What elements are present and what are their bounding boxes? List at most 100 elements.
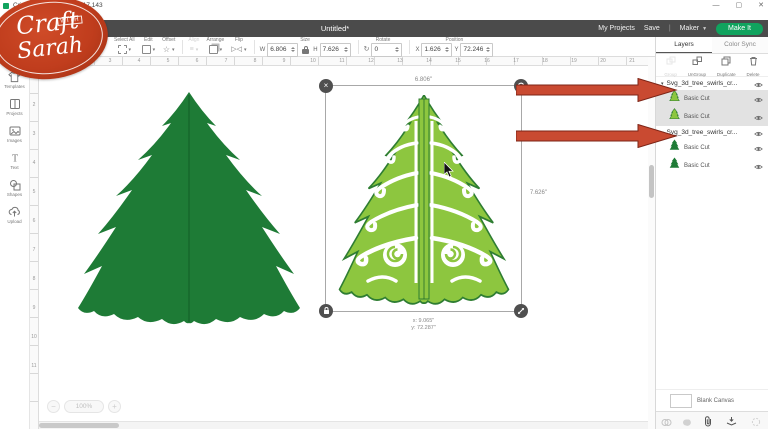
images-icon (9, 125, 21, 137)
ruler-h-number: 16 (484, 58, 490, 64)
resize-icon (518, 308, 524, 314)
vertical-scrollbar-thumb[interactable] (649, 165, 654, 198)
slice-button: Slice (661, 414, 672, 429)
position-group: Position X 1.626 Y 72.246 (415, 37, 494, 57)
pos-x-stepper[interactable] (445, 47, 450, 52)
sidebar-item-shapes[interactable]: Shapes (0, 179, 29, 197)
horizontal-scrollbar-thumb[interactable] (39, 423, 119, 428)
machine-selector[interactable]: Maker ▼ (680, 25, 707, 32)
app-header: Untitled* My Projects Save | Maker ▼ Mak… (0, 20, 768, 37)
swirl-tree-shape[interactable] (338, 95, 510, 311)
weld-icon (682, 414, 693, 429)
eye-visibility-icon[interactable] (754, 157, 763, 175)
layer-name: Basic Cut (684, 114, 710, 120)
offset-icon: ☆ (162, 45, 171, 54)
ruler-h-number: 6 (195, 58, 199, 64)
shapes-icon (9, 179, 21, 191)
edit-dropdown[interactable]: Edit ▾ (141, 37, 155, 56)
panel-actions: Group UnGroup Duplicate Delete (656, 54, 768, 77)
save-link[interactable]: Save (644, 25, 660, 32)
selection-height-label: 7.626" (529, 189, 547, 196)
attach-button[interactable]: Attach (702, 414, 715, 429)
my-projects-link[interactable]: My Projects (598, 25, 635, 32)
ruler-v-number: 5 (32, 189, 36, 195)
layer-row[interactable]: Basic Cut (656, 157, 768, 175)
minimize-button[interactable]: — (713, 0, 720, 11)
width-input[interactable]: 6.806 (267, 42, 299, 57)
zoom-out-button[interactable]: − (47, 400, 60, 413)
tab-color-sync[interactable]: Color Sync (712, 37, 768, 53)
ruler-v-number: 8 (32, 276, 36, 282)
canvas-color-swatch[interactable] (670, 393, 692, 408)
ruler-h-number: 12 (368, 58, 374, 64)
size-lock-icon[interactable] (302, 45, 310, 54)
flip-icon: ▷◁ (231, 46, 243, 53)
height-input[interactable]: 7.626 (319, 42, 351, 57)
vertical-scrollbar[interactable] (648, 57, 655, 429)
ungroup-icon (692, 53, 702, 71)
sidebar-item-projects[interactable]: Projects (0, 98, 29, 116)
ruler-h-number: 13 (397, 58, 403, 64)
resize-handle[interactable] (514, 304, 528, 318)
flip-dropdown[interactable]: Flip ▷◁ ▾ (231, 37, 246, 56)
layer-name: Basic Cut (684, 96, 710, 102)
canvas[interactable]: 6.806" 7.626" x: 9.065" y: 72.287" × − 1… (39, 66, 648, 429)
pos-y-input[interactable]: 72.246 (460, 42, 494, 57)
lock-icon (323, 307, 329, 314)
height-stepper[interactable] (343, 47, 348, 52)
chevron-down-icon: ▼ (702, 25, 708, 32)
canvas-material-row[interactable]: Blank Canvas (656, 389, 768, 411)
mouse-cursor (444, 162, 454, 178)
contour-icon (751, 414, 761, 429)
selection-position-label: x: 9.065" y: 72.287" (411, 318, 436, 331)
zoom-controls: − 100% + (47, 400, 121, 413)
offset-dropdown[interactable]: Offset ☆ ▾ (162, 37, 175, 56)
close-icon: × (323, 81, 329, 90)
zoom-level: 100% (64, 400, 104, 413)
sidebar-item-images[interactable]: Images (0, 125, 29, 143)
selection-box[interactable]: 6.806" 7.626" x: 9.065" y: 72.287" × (319, 77, 547, 331)
zoom-in-button[interactable]: + (108, 400, 121, 413)
eye-visibility-icon[interactable] (754, 139, 763, 157)
pos-x-input[interactable]: 1.626 (421, 42, 453, 57)
width-stepper[interactable] (291, 47, 296, 52)
sidebar-item-label: Projects (6, 111, 23, 116)
layer-name: Basic Cut (684, 145, 710, 151)
rotate-stepper[interactable] (395, 47, 400, 52)
delete-button[interactable]: Delete (747, 53, 760, 77)
close-button[interactable]: ✕ (758, 0, 764, 11)
text-icon: T (9, 152, 21, 165)
machine-name: Maker (679, 25, 700, 32)
pos-x-prefix: X (415, 46, 420, 53)
ruler-v-number: 2 (32, 102, 36, 108)
ruler-h-number: 17 (513, 58, 519, 64)
pos-y-prefix: Y (454, 46, 459, 53)
arrange-icon (208, 45, 218, 54)
sidebar-item-upload[interactable]: Upload (0, 206, 29, 224)
rotate-input[interactable]: 0 (371, 42, 403, 57)
sidebar-item-text[interactable]: T Text (0, 152, 29, 171)
size-group: Size W 6.806 H 7.626 (260, 37, 351, 57)
arrange-dropdown[interactable]: Arrange ▾ (206, 37, 224, 56)
tab-layers[interactable]: Layers (656, 37, 712, 53)
select-all-control[interactable]: Select All ▾ (114, 37, 135, 56)
rotate-group: Rotate ↻ 0 (364, 37, 403, 57)
maximize-button[interactable]: ▢ (736, 0, 743, 11)
horizontal-scrollbar[interactable] (39, 421, 648, 429)
duplicate-button[interactable]: Duplicate (717, 53, 736, 77)
header-divider: | (668, 25, 671, 32)
flatten-button[interactable]: Flatten (725, 414, 739, 429)
make-it-button[interactable]: Make It (716, 22, 763, 35)
ruler-h-number: 18 (542, 58, 548, 64)
annotation-arrow-2 (516, 124, 678, 148)
eye-visibility-icon[interactable] (754, 90, 763, 108)
deselect-handle[interactable]: × (319, 79, 333, 93)
craft-with-sarah-logo: Craft WITH Sarah (0, 0, 112, 85)
solid-tree-shape[interactable] (76, 92, 302, 332)
lock-handle[interactable] (319, 304, 333, 318)
pos-y-stepper[interactable] (486, 47, 491, 52)
ungroup-button[interactable]: UnGroup (688, 53, 706, 77)
sidebar-item-label: Shapes (6, 192, 23, 197)
upload-icon (8, 206, 21, 218)
ruler-h-number: 20 (600, 58, 606, 64)
